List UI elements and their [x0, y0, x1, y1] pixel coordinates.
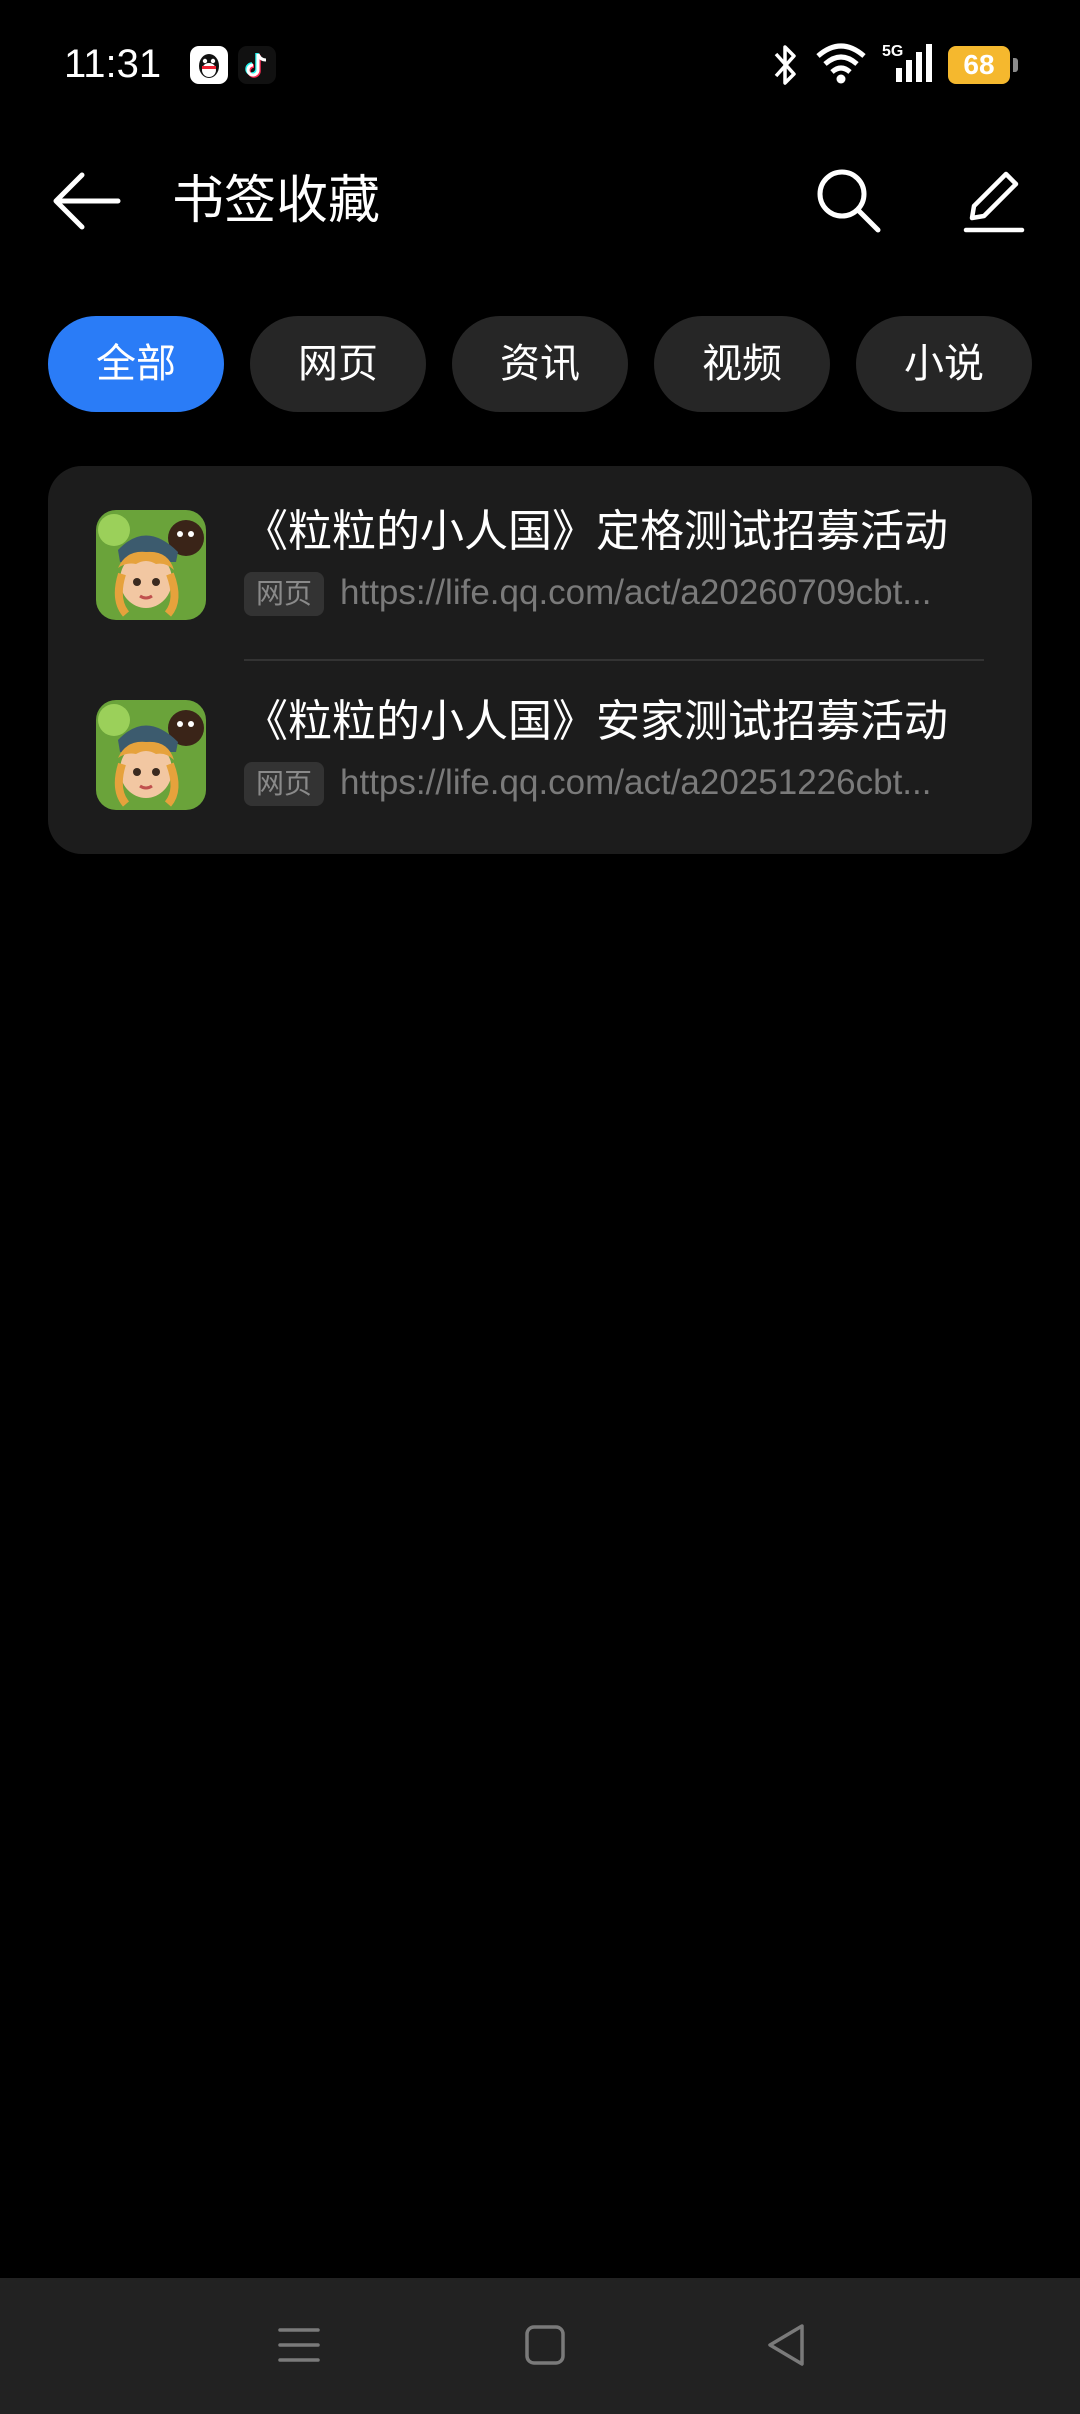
bookmark-type-tag: 网页 — [244, 762, 324, 806]
bluetooth-icon — [774, 45, 796, 85]
status-time: 11:31 — [64, 42, 162, 86]
tab-news[interactable]: 资讯 — [452, 316, 628, 412]
bookmark-item[interactable]: 《粒粒的小人国》安家测试招募活动 网页 https://life.qq.com/… — [48, 656, 1032, 846]
bookmark-thumbnail — [96, 510, 206, 620]
wifi-icon — [816, 43, 866, 84]
bookmark-list: 《粒粒的小人国》定格测试招募活动 网页 https://life.qq.com/… — [48, 466, 1032, 854]
battery-icon: 68 — [948, 46, 1018, 84]
tiktok-icon — [238, 46, 276, 84]
search-icon[interactable] — [812, 164, 884, 236]
tab-video[interactable]: 视频 — [654, 316, 830, 412]
bookmark-title: 《粒粒的小人国》定格测试招募活动 — [244, 506, 948, 557]
bookmark-title: 《粒粒的小人国》安家测试招募活动 — [244, 696, 948, 747]
home-icon[interactable] — [522, 2322, 568, 2368]
category-tabs: 全部 网页 资讯 视频 小说 — [48, 316, 1032, 412]
network-type-label: 5G — [882, 43, 903, 60]
menu-icon[interactable] — [276, 2322, 322, 2368]
system-nav-bar — [0, 2278, 1080, 2414]
tab-novel[interactable]: 小说 — [856, 316, 1032, 412]
status-bar: 11:31 5G 68 — [0, 0, 1080, 130]
tab-webpage[interactable]: 网页 — [250, 316, 426, 412]
bookmark-thumbnail — [96, 700, 206, 810]
edit-pencil-icon[interactable] — [962, 164, 1026, 236]
qq-icon — [190, 46, 228, 84]
bookmark-url: https://life.qq.com/act/a20260709cbt... — [340, 573, 932, 612]
cellular-signal-icon: 5G — [882, 43, 932, 82]
bookmark-url: https://life.qq.com/act/a20251226cbt... — [340, 763, 932, 802]
page-title: 书签收藏 — [172, 171, 381, 231]
back-arrow-icon[interactable] — [48, 166, 124, 236]
back-triangle-icon[interactable] — [764, 2320, 810, 2370]
bookmark-type-tag: 网页 — [244, 572, 324, 616]
bookmark-item[interactable]: 《粒粒的小人国》定格测试招募活动 网页 https://life.qq.com/… — [48, 466, 1032, 656]
tab-all[interactable]: 全部 — [48, 316, 224, 412]
